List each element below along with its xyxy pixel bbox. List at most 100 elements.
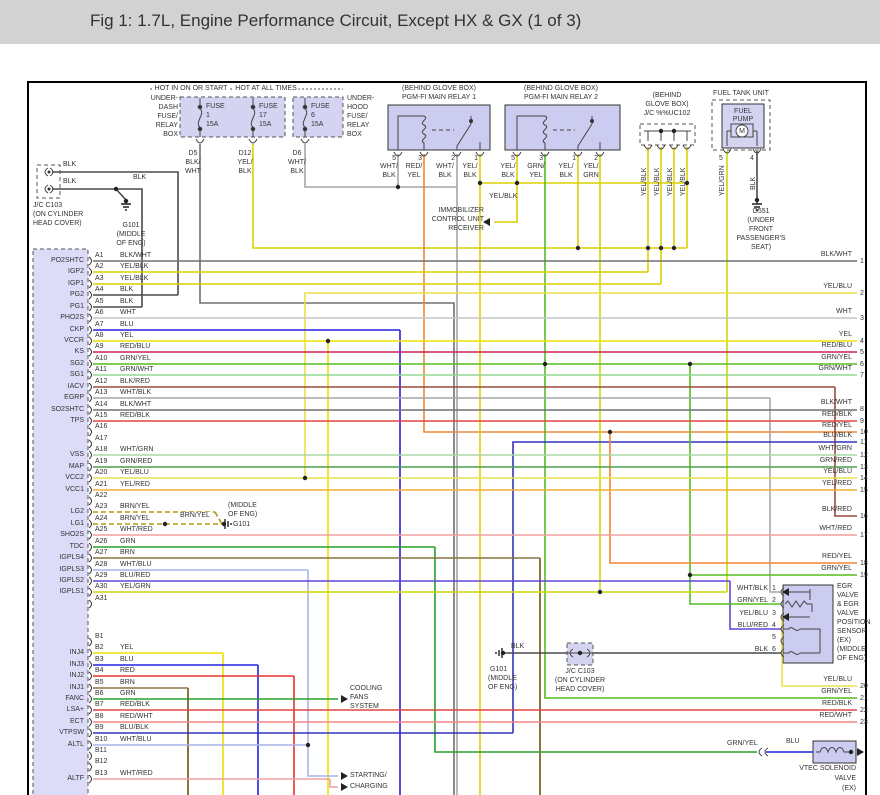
- diagram-label: 15A: [259, 121, 272, 128]
- exit-wire-number-18: 18: [860, 560, 868, 567]
- ecm-pin-bracket-A20: [88, 473, 92, 483]
- diagram-label: BLK: [133, 174, 147, 181]
- diagram-label: YEL/: [500, 163, 516, 170]
- ecm-pin-bracket-A4: [88, 290, 92, 300]
- junction-dot: [577, 650, 583, 656]
- diagram-label: RELAY: [347, 122, 370, 129]
- ecm-pin-color-B10: WHT/BLU: [120, 736, 152, 743]
- diagram-label: 1: [206, 112, 210, 119]
- ecm-pin-id-B9: B9: [95, 724, 104, 731]
- exit-wire-number-9: 9: [860, 418, 864, 425]
- diagram-label: HOOD: [347, 104, 368, 111]
- ecm-pin-id-A1: A1: [95, 252, 104, 259]
- jc-c103-top-box: [36, 164, 61, 199]
- ecm-pin-id-A12: A12: [95, 378, 108, 385]
- jc-c102-bus: [644, 130, 691, 141]
- exit-wire-color-20: YEL/BLU: [823, 676, 852, 683]
- ecm-pin-id-A27: A27: [95, 549, 108, 556]
- ecm-pin-color-B9: BLU/BLK: [120, 724, 149, 731]
- junction-dot: [687, 572, 693, 578]
- junction-dot: [542, 361, 548, 367]
- exit-wire-number-4: 4: [860, 338, 864, 345]
- exit-wire-color-6: GRN/YEL: [821, 354, 852, 361]
- exit-wire-number-22: 22: [860, 707, 868, 714]
- ecm-pin-bracket-A24: [88, 519, 92, 529]
- ecm-pin-bracket-A14: [88, 405, 92, 415]
- ecm-pin-id-B3: B3: [95, 656, 104, 663]
- diagram-label: RELAY: [155, 122, 178, 129]
- diagram-label: 6: [311, 112, 315, 119]
- arrow-right-icon: [341, 695, 348, 703]
- diagram-label: UNDER-: [150, 95, 178, 102]
- diagram-label: YEL/: [583, 163, 599, 170]
- junction-dot: [645, 245, 651, 251]
- ecm-pin-name-A29: IGPLS2: [59, 577, 84, 584]
- diagram-label: (EX): [842, 785, 856, 792]
- diagram-label: (MIDDLE: [228, 502, 257, 509]
- diagram-label: D5: [188, 150, 198, 157]
- diagram-label: M: [739, 128, 745, 135]
- ecm-pin-color-A11: GRN/WHT: [120, 366, 154, 373]
- diagram-label: J/C C103: [565, 668, 595, 675]
- ecm-pin-bracket-B3: [88, 660, 92, 670]
- ecm-pin-bracket-A25: [88, 530, 92, 540]
- diagram-label: 4: [772, 622, 776, 629]
- ecm-pin-name-A20: VCC2: [65, 474, 84, 481]
- ecm-pin-id-A31: A31: [95, 595, 108, 602]
- ecm-pin-name-A15: TPS: [70, 417, 84, 424]
- exit-wire-color-5: RED/BLU: [821, 342, 852, 349]
- ecm-pin-id-A23: A23: [95, 503, 108, 510]
- exit-wire-color-3: WHT: [836, 308, 852, 315]
- exit-wire-color-12: WHT/GRN: [818, 445, 852, 452]
- diagram-label: BLU: [786, 738, 800, 745]
- diagram-label: VALVE: [837, 610, 859, 617]
- diagram-label: FUSE: [259, 103, 278, 110]
- ecm-pin-name-B13: ALTF: [67, 775, 84, 782]
- exit-wire-number-19: 19: [860, 572, 868, 579]
- wire-wht-red: [329, 779, 338, 788]
- ecm-pin-id-B10: B10: [95, 736, 108, 743]
- connector-arc: [248, 138, 258, 144]
- exit-wire-color-13: GRN/RED: [819, 457, 852, 464]
- diagram-label: G551: [752, 208, 770, 215]
- ecm-pin-id-B6: B6: [95, 690, 104, 697]
- diagram-label: YEL/BLK: [641, 167, 648, 196]
- diagram-label: OF ENG): [228, 511, 258, 518]
- ecm-pin-name-A4: PG2: [69, 291, 84, 298]
- ecm-pin-color-B13: WHT/RED: [120, 770, 153, 777]
- junction-dot: [514, 180, 520, 186]
- junction-dot: [162, 521, 168, 527]
- exit-wire-color-18: RED/YEL: [822, 553, 852, 560]
- ecm-pin-color-B5: BRN: [120, 679, 135, 686]
- diagram-label: 2: [451, 155, 455, 162]
- diagram-label: WHT/: [436, 163, 454, 170]
- ecm-pin-color-A13: WHT/BLK: [120, 389, 152, 396]
- ecm-pin-color-A7: BLU: [120, 321, 134, 328]
- diagram-label: YEL/BLK: [667, 167, 674, 196]
- diagram-label: G101: [233, 521, 251, 528]
- exit-wire-color-16: BLK/RED: [822, 506, 852, 513]
- junction-dot: [687, 361, 693, 367]
- junction-dot: [671, 245, 677, 251]
- exit-wire-number-6: 6: [860, 361, 864, 368]
- exit-wire-number-7: 7: [860, 372, 864, 379]
- diagram-label: GRN/: [527, 163, 545, 170]
- ecm-pin-name-A1: PO2SHTC: [50, 257, 84, 264]
- ecm-pin-color-B8: RED/WHT: [120, 713, 153, 720]
- ecm-pin-id-B2: B2: [95, 644, 104, 651]
- ecm-pin-bracket-A12: [88, 382, 92, 392]
- ecm-pin-id-A10: A10: [95, 355, 108, 362]
- diagram-label: (EX): [837, 637, 851, 644]
- junction-dot: [395, 184, 401, 190]
- diagram-label: (MIDDLE: [116, 231, 146, 238]
- ecm-pin-id-A19: A19: [95, 458, 108, 465]
- ground-symbol: [121, 201, 131, 211]
- ecm-pin-color-A27: BRN: [120, 549, 135, 556]
- diagram-label: HEAD COVER): [33, 220, 82, 227]
- ecm-pin-id-A17: A17: [95, 435, 108, 442]
- pgm-fi-main-relay-1: [387, 104, 491, 151]
- ecm-pin-id-A20: A20: [95, 469, 108, 476]
- diagram-label: BRN/YEL: [178, 512, 212, 519]
- diagram-label: YEL/: [558, 163, 574, 170]
- wire-blk-wht: [199, 144, 455, 795]
